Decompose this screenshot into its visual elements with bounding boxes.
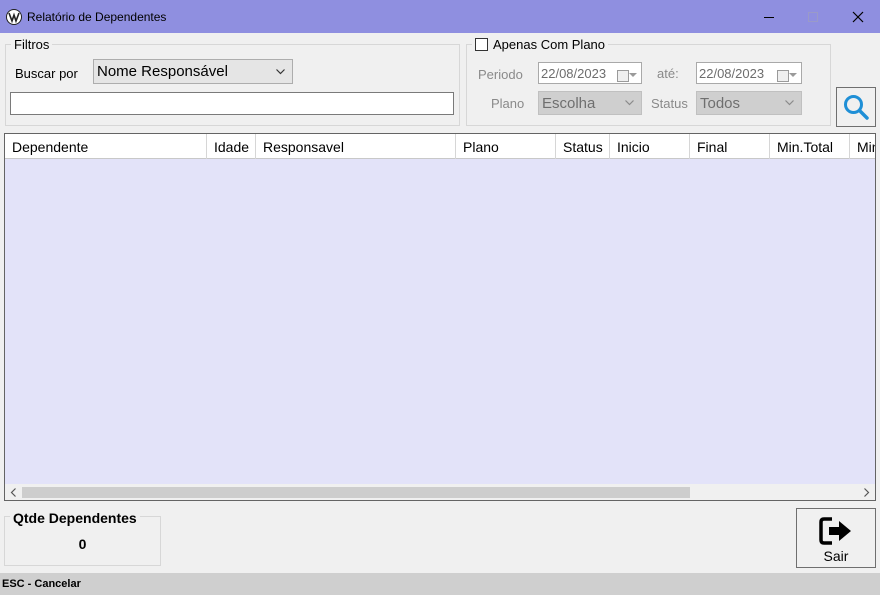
status-label: Status [651,96,688,111]
dropdown-arrow-icon [789,73,797,77]
minimize-icon [764,16,774,18]
chevron-down-icon [276,68,285,74]
column-header-inicio[interactable]: Inicio [610,134,690,159]
close-button[interactable] [835,0,880,33]
scroll-right-icon[interactable] [863,488,870,497]
column-header-status[interactable]: Status [556,134,610,159]
calendar-icon [617,70,629,82]
close-icon [852,11,864,22]
scroll-left-icon[interactable] [10,488,17,497]
date-from-picker[interactable]: 22/08/2023 [538,62,642,84]
status-bar: ESC - Cancelar [0,573,880,595]
until-label: até: [657,66,679,81]
dependents-count-title: Qtde Dependentes [10,510,140,526]
chevron-down-icon [625,100,634,106]
column-header-plano[interactable]: Plano [456,134,556,159]
search-by-value: Nome Responsável [97,63,228,80]
scrollbar-thumb[interactable] [22,487,690,498]
search-input[interactable] [10,92,454,115]
app-logo-icon [6,9,22,25]
period-label: Periodo [478,67,523,82]
only-with-plan-checkbox[interactable] [475,38,488,51]
date-to-picker[interactable]: 22/08/2023 [696,62,802,84]
search-by-select[interactable]: Nome Responsável [93,59,293,84]
grid-header: Dependente Idade Responsavel Plano Statu… [5,134,875,159]
plan-filter-legend: Apenas Com Plano [472,37,609,52]
status-select[interactable]: Todos [696,91,802,115]
search-by-label: Buscar por [15,66,78,81]
calendar-icon [777,70,789,82]
exit-label: Sair [823,548,849,564]
status-bar-text: ESC - Cancelar [2,578,81,590]
dependents-grid[interactable]: Dependente Idade Responsavel Plano Statu… [4,133,876,501]
exit-button[interactable]: Sair [796,508,876,568]
chevron-down-icon [785,100,794,106]
window-title: Relatório de Dependentes [27,10,167,24]
column-header-min-total[interactable]: Min.Total [770,134,850,159]
exit-icon [819,517,851,545]
date-to-value: 22/08/2023 [699,65,765,81]
column-header-final[interactable]: Final [690,134,770,159]
plan-label: Plano [491,96,525,111]
only-with-plan-label: Apenas Com Plano [493,37,606,52]
column-header-min[interactable]: Min [850,134,875,159]
horizontal-scrollbar[interactable] [5,484,875,500]
maximize-button[interactable] [790,0,836,33]
search-button[interactable] [836,87,876,127]
minimize-button[interactable] [746,0,792,33]
filters-legend: Filtros [11,37,53,52]
status-value: Todos [700,94,741,112]
dropdown-arrow-icon [629,73,637,77]
column-header-responsavel[interactable]: Responsavel [256,134,456,159]
plan-value: Escolha [542,94,596,112]
maximize-icon [808,11,818,22]
search-icon [844,95,869,120]
column-header-idade[interactable]: Idade [207,134,256,159]
plan-select[interactable]: Escolha [538,91,642,115]
dependents-count-value: 0 [78,536,87,552]
date-from-value: 22/08/2023 [541,65,607,81]
title-bar: Relatório de Dependentes [0,0,880,33]
column-header-dependente[interactable]: Dependente [5,134,207,159]
